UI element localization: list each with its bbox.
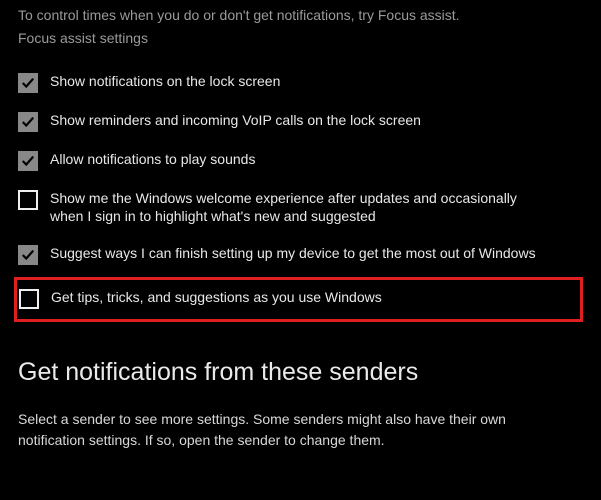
checkmark-icon: [21, 154, 35, 168]
option-label: Show me the Windows welcome experience a…: [50, 189, 540, 227]
option-label: Show reminders and incoming VoIP calls o…: [50, 111, 421, 130]
checkmark-icon: [21, 248, 35, 262]
option-row[interactable]: Suggest ways I can finish setting up my …: [18, 244, 583, 265]
checkbox-welcome-experience[interactable]: [18, 190, 38, 210]
senders-description: Select a sender to see more settings. So…: [18, 409, 566, 451]
checkbox-play-sounds[interactable]: [18, 151, 38, 171]
option-label: Show notifications on the lock screen: [50, 72, 280, 91]
checkmark-icon: [21, 115, 35, 129]
focus-assist-intro: To control times when you do or don't ge…: [18, 6, 583, 26]
option-row-highlighted[interactable]: Get tips, tricks, and suggestions as you…: [14, 277, 583, 322]
option-row[interactable]: Show reminders and incoming VoIP calls o…: [18, 111, 583, 132]
option-label: Get tips, tricks, and suggestions as you…: [51, 288, 382, 307]
option-label: Suggest ways I can finish setting up my …: [50, 244, 536, 263]
option-label: Allow notifications to play sounds: [50, 150, 255, 169]
checkmark-icon: [21, 76, 35, 90]
option-row[interactable]: Show notifications on the lock screen: [18, 72, 583, 93]
checkbox-finish-setup[interactable]: [18, 245, 38, 265]
option-row[interactable]: Show me the Windows welcome experience a…: [18, 189, 583, 227]
checkbox-tips-tricks[interactable]: [19, 289, 39, 309]
checkbox-voip-lock-screen[interactable]: [18, 112, 38, 132]
checkbox-lock-screen-notifications[interactable]: [18, 73, 38, 93]
focus-assist-settings-link[interactable]: Focus assist settings: [18, 30, 148, 46]
senders-heading: Get notifications from these senders: [18, 358, 583, 387]
option-row[interactable]: Allow notifications to play sounds: [18, 150, 583, 171]
